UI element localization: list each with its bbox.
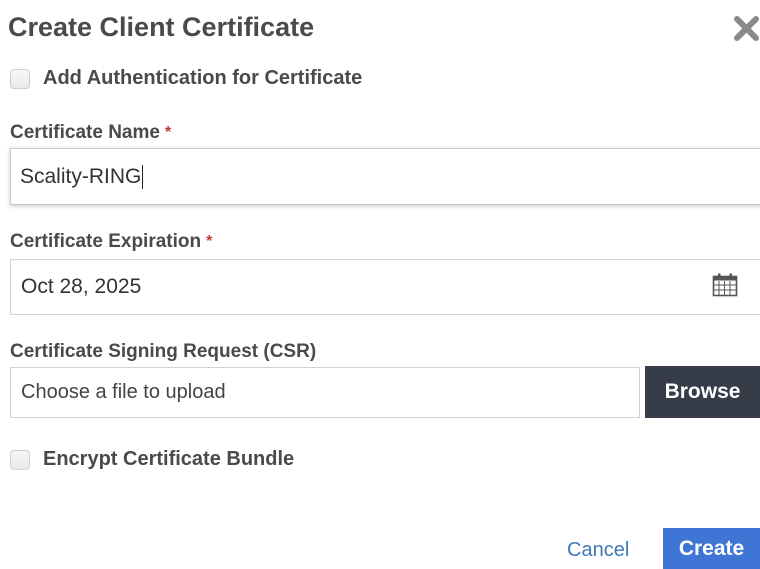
- certificate-name-label: Certificate Name *: [10, 122, 171, 144]
- certificate-name-input[interactable]: Scality-RING: [10, 148, 760, 205]
- auth-checkbox-row: Add Authentication for Certificate: [10, 67, 362, 90]
- certificate-expiration-value: Oct 28, 2025: [21, 275, 142, 298]
- certificate-expiration-input[interactable]: Oct 28, 2025: [10, 259, 760, 315]
- cancel-button[interactable]: Cancel: [567, 539, 629, 562]
- csr-label: Certificate Signing Request (CSR): [10, 341, 317, 362]
- dialog-title: Create Client Certificate: [8, 12, 315, 42]
- auth-checkbox[interactable]: [10, 68, 30, 89]
- encrypt-checkbox-label: Encrypt Certificate Bundle: [43, 448, 295, 470]
- calendar-icon[interactable]: [712, 273, 738, 302]
- certificate-expiration-label-text: Certificate Expiration: [10, 231, 202, 252]
- create-button[interactable]: Create: [663, 528, 760, 569]
- required-mark: *: [206, 233, 213, 250]
- csr-file-input[interactable]: Choose a file to upload: [10, 367, 640, 418]
- text-caret: [142, 164, 144, 189]
- auth-checkbox-label: Add Authentication for Certificate: [43, 67, 363, 89]
- encrypt-checkbox-row: Encrypt Certificate Bundle: [10, 448, 294, 471]
- certificate-name-value: Scality-RING: [20, 164, 142, 188]
- required-mark: *: [164, 124, 172, 141]
- csr-placeholder: Choose a file to upload: [21, 381, 226, 403]
- close-icon[interactable]: [733, 14, 760, 42]
- certificate-expiration-label: Certificate Expiration *: [10, 231, 212, 253]
- encrypt-checkbox[interactable]: [10, 449, 30, 470]
- certificate-name-label-text: Certificate Name: [10, 122, 160, 143]
- browse-button[interactable]: Browse: [645, 366, 760, 418]
